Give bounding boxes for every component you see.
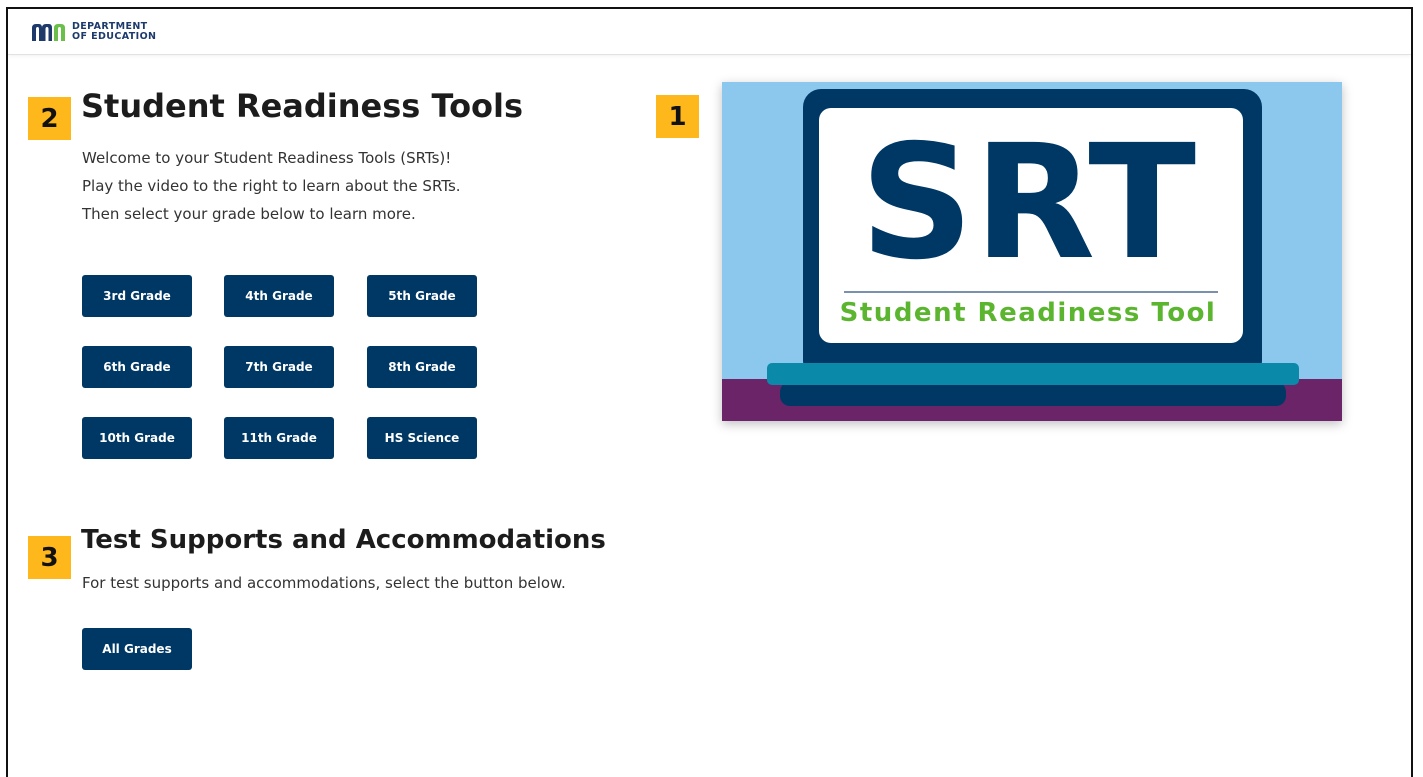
grade-button-8th[interactable]: 8th Grade (367, 346, 477, 388)
grade-button-10th[interactable]: 10th Grade (82, 417, 192, 459)
srt-logo-caption: Student Readiness Tool (840, 298, 1217, 328)
page-frame: DEPARTMENT OF EDUCATION 2 Student Readin… (6, 7, 1413, 777)
intro-line: Welcome to your Student Readiness Tools … (82, 149, 452, 167)
intro-line: Then select your grade below to learn mo… (82, 205, 416, 223)
all-grades-button[interactable]: All Grades (82, 628, 192, 670)
logo-text: DEPARTMENT OF EDUCATION (72, 21, 157, 42)
laptop-keyboard-edge (767, 363, 1299, 385)
grade-button-hs-science[interactable]: HS Science (367, 417, 477, 459)
grade-button-7th[interactable]: 7th Grade (224, 346, 334, 388)
mn-education-logo[interactable]: DEPARTMENT OF EDUCATION (30, 21, 156, 43)
laptop-base (780, 382, 1286, 406)
grade-button-11th[interactable]: 11th Grade (224, 417, 334, 459)
grade-button-3rd[interactable]: 3rd Grade (82, 275, 192, 317)
supports-title: Test Supports and Accommodations (81, 525, 606, 555)
grade-button-4th[interactable]: 4th Grade (224, 275, 334, 317)
srt-video-thumbnail: SRT Student Readiness Tool (722, 82, 1342, 421)
site-header: DEPARTMENT OF EDUCATION (8, 9, 1411, 55)
intro-line: Play the video to the right to learn abo… (82, 177, 461, 195)
mn-logo-icon (32, 24, 65, 41)
grade-button-5th[interactable]: 5th Grade (367, 275, 477, 317)
srt-video-player[interactable]: SRT Student Readiness Tool (722, 82, 1342, 421)
callout-marker-2: 2 (28, 97, 71, 140)
page-title: Student Readiness Tools (81, 87, 524, 125)
intro-text: Welcome to your Student Readiness Tools … (82, 144, 461, 228)
callout-marker-3: 3 (28, 536, 71, 579)
srt-logo-text: SRT (860, 111, 1196, 295)
supports-description: For test supports and accommodations, se… (82, 574, 566, 592)
callout-marker-1: 1 (656, 95, 699, 138)
grade-button-6th[interactable]: 6th Grade (82, 346, 192, 388)
